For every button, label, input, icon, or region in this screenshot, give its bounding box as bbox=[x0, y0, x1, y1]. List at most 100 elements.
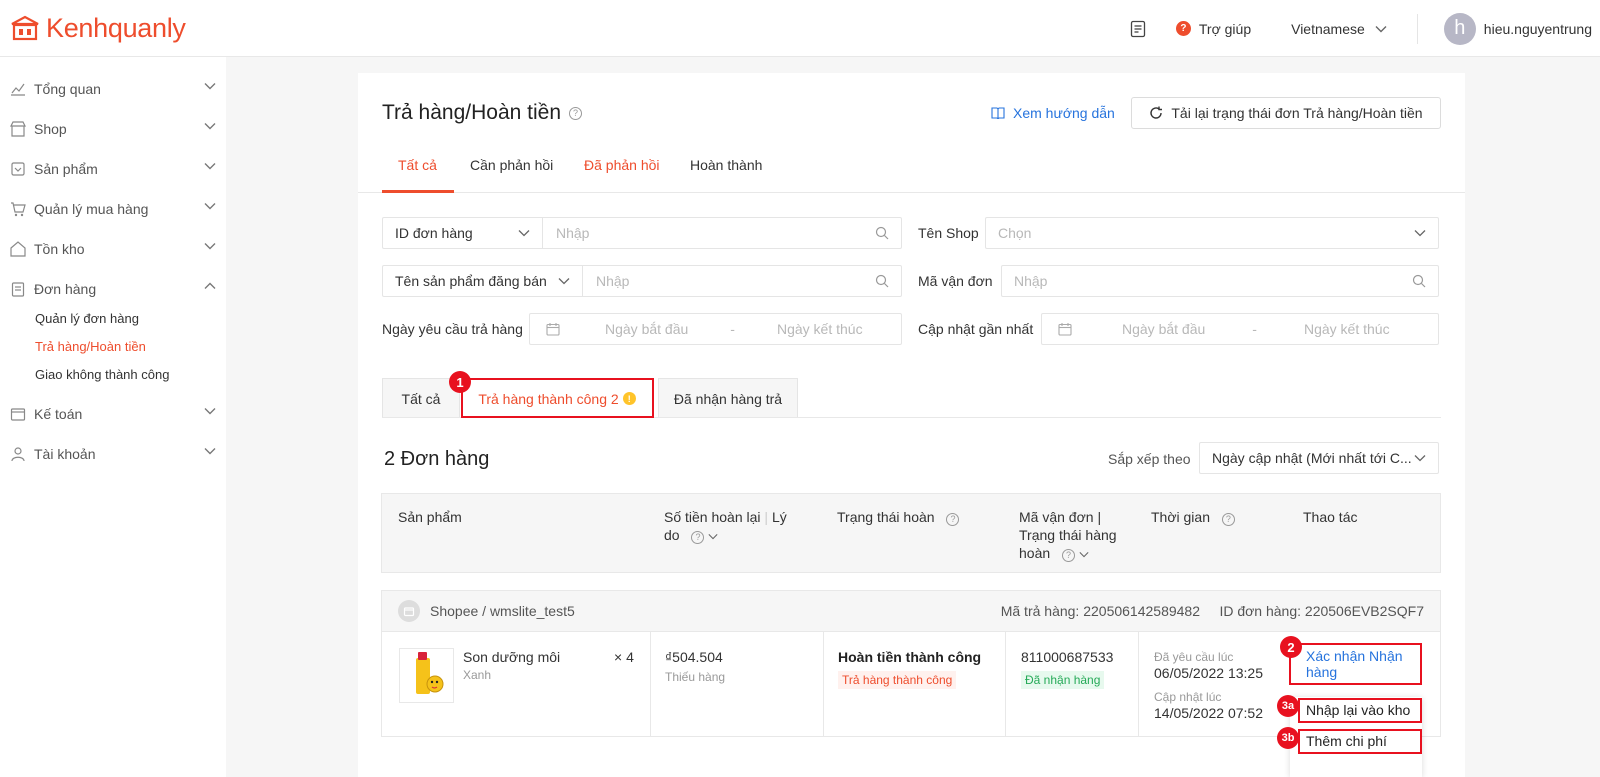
help-icon: ? bbox=[1175, 21, 1191, 36]
sidebar-subitem-order-management[interactable]: Quản lý đơn hàng bbox=[35, 311, 139, 326]
col-time: Thời gian ? bbox=[1151, 508, 1235, 526]
shop-select[interactable]: Chọn bbox=[985, 217, 1439, 249]
refund-reason: Thiếu hàng bbox=[665, 670, 726, 684]
col-time-label: Thời gian bbox=[1151, 509, 1210, 525]
col-status: Trạng thái hoàn ? bbox=[837, 508, 960, 526]
sidebar-item-label: Sản phẩm bbox=[34, 161, 98, 177]
search-icon[interactable] bbox=[1412, 274, 1426, 288]
product-name-input[interactable]: Nhập bbox=[596, 273, 875, 289]
sidebar-item-label: Tổng quan bbox=[34, 81, 101, 97]
help-circle-icon[interactable]: ? bbox=[1221, 512, 1235, 526]
product-icon bbox=[11, 162, 25, 176]
updated-date-range[interactable]: Ngày bắt đầu - Ngày kết thúc bbox=[1041, 313, 1439, 345]
sidebar-subitem-failed-delivery[interactable]: Giao không thành công bbox=[35, 367, 169, 382]
refresh-icon bbox=[1150, 106, 1163, 119]
status-tabs: Tất cả Cần phản hồi Đã phản hồi Hoàn thà… bbox=[358, 145, 1465, 193]
page-title-text: Trả hàng/Hoàn tiền bbox=[382, 101, 562, 124]
refund-status-text: Hoàn tiền thành công bbox=[838, 649, 982, 665]
tracking-input[interactable]: Nhập bbox=[1001, 265, 1439, 297]
product-name-filter: Tên sản phẩm đăng bán Nhập bbox=[382, 265, 902, 297]
search-icon[interactable] bbox=[875, 274, 889, 288]
sidebar-item-label: Đơn hàng bbox=[34, 281, 97, 297]
product-quantity: × 4 bbox=[614, 649, 634, 665]
sidebar-item-label: Quản lý mua hàng bbox=[34, 201, 149, 217]
help-circle-icon[interactable]: ? bbox=[1062, 548, 1076, 562]
col-product: Sản phẩm bbox=[398, 509, 462, 525]
col-reason-label: Lý bbox=[771, 509, 787, 525]
col-return-status-label: Trạng thái hàng bbox=[1019, 527, 1117, 543]
brand-logo[interactable]: Kenhquanly bbox=[10, 13, 186, 44]
chevron-down-icon bbox=[204, 203, 216, 210]
language-select[interactable]: Vietnamese bbox=[1291, 13, 1418, 44]
order-count: 2 Đơn hàng bbox=[384, 448, 490, 470]
book-icon bbox=[991, 107, 1005, 119]
sidebar-item-account[interactable]: Tài khoản bbox=[10, 444, 216, 464]
col-refund-label: Số tiền hoàn lại bbox=[664, 509, 761, 525]
step-badge: 2 bbox=[1280, 636, 1302, 658]
help-link[interactable]: ? Trợ giúp bbox=[1175, 21, 1251, 37]
date-separator: - bbox=[1252, 321, 1257, 337]
search-icon[interactable] bbox=[875, 226, 889, 240]
chevron-up-icon bbox=[204, 282, 216, 289]
order-id-input[interactable]: Nhập bbox=[556, 225, 875, 241]
tracking-label: Mã vận đơn bbox=[918, 273, 993, 289]
sidebar-item-label: Tài khoản bbox=[34, 446, 96, 462]
status-badge: Đã nhận hàng bbox=[1021, 671, 1105, 689]
sidebar-item-inventory[interactable]: Tồn kho bbox=[10, 239, 216, 259]
warehouse-icon bbox=[10, 241, 26, 257]
order-id: ID đơn hàng: 220506EVB2SQF7 bbox=[1219, 603, 1424, 619]
step-badge: 3b bbox=[1277, 727, 1299, 749]
sort-select[interactable]: Ngày cập nhật (Mới nhất tới C... bbox=[1199, 442, 1439, 474]
tab-indicator bbox=[382, 190, 454, 193]
chevron-down-icon bbox=[204, 408, 216, 415]
step-badge: 3a bbox=[1277, 695, 1299, 717]
subtab-received[interactable]: Đã nhận hàng trả bbox=[658, 378, 798, 418]
help-circle-icon[interactable]: ? bbox=[946, 512, 960, 526]
subtab-all-label: Tất cả bbox=[401, 390, 441, 407]
sidebar-item-orders[interactable]: Đơn hàng bbox=[10, 279, 216, 299]
col-tracking: Mã vận đơn | Trạng thái hàng hoàn ? bbox=[1019, 508, 1139, 562]
tab-all[interactable]: Tất cả bbox=[398, 157, 437, 173]
product-name: Son dưỡng môi bbox=[463, 649, 561, 665]
help-circle-icon[interactable]: ? bbox=[569, 106, 583, 120]
chevron-down-icon bbox=[204, 83, 216, 90]
sort-value: Ngày cập nhật (Mới nhất tới C... bbox=[1212, 450, 1412, 466]
sidebar-item-shop[interactable]: Shop bbox=[10, 119, 216, 139]
requested-label: Đã yêu cầu lúc bbox=[1154, 650, 1234, 664]
request-date-range[interactable]: Ngày bắt đầu - Ngày kết thúc bbox=[529, 313, 902, 345]
chevron-down-icon[interactable] bbox=[708, 533, 718, 540]
refund-amount: ₫504.504 bbox=[665, 649, 723, 665]
user-menu[interactable]: h hieu.nguyentrung bbox=[1443, 12, 1592, 45]
sidebar-item-accounting[interactable]: Kế toán bbox=[10, 404, 216, 424]
help-circle-icon[interactable]: ? bbox=[691, 530, 705, 544]
top-header: Kenhquanly ? Trợ giúp Vietnamese h hieu.… bbox=[0, 0, 1600, 57]
end-date: Ngày kết thúc bbox=[1303, 321, 1390, 337]
calendar-icon bbox=[546, 323, 560, 336]
highlight-box bbox=[461, 378, 654, 418]
sidebar-item-products[interactable]: Sản phẩm bbox=[10, 159, 216, 179]
tab-needs-response[interactable]: Cần phản hồi bbox=[470, 157, 553, 173]
reload-status-button[interactable]: Tải lại trạng thái đơn Trả hàng/Hoàn tiề… bbox=[1131, 97, 1441, 129]
order-id-type-select[interactable]: ID đơn hàng bbox=[383, 218, 543, 248]
sidebar-subitem-returns[interactable]: Trả hàng/Hoàn tiền bbox=[35, 339, 146, 354]
notes-icon[interactable] bbox=[1130, 20, 1146, 38]
order-id-filter: ID đơn hàng Nhập bbox=[382, 217, 902, 249]
product-select-label: Tên sản phẩm đăng bán bbox=[395, 273, 547, 289]
tab-responded[interactable]: Đã phản hồi bbox=[584, 157, 660, 173]
sidebar-item-label: Kế toán bbox=[34, 406, 83, 422]
store-icon bbox=[11, 15, 39, 41]
sidebar-item-overview[interactable]: Tổng quan bbox=[10, 79, 216, 99]
chevron-down-icon[interactable] bbox=[1079, 551, 1089, 558]
divider bbox=[1005, 631, 1006, 736]
updated-date-label: Cập nhật gần nhất bbox=[918, 321, 1034, 337]
calendar-icon bbox=[1058, 323, 1072, 336]
tracking-info: 811000687533 Đã nhận hàng bbox=[1021, 649, 1131, 689]
product-thumbnail bbox=[399, 648, 454, 703]
guide-link[interactable]: Xem hướng dẫn bbox=[991, 105, 1115, 121]
updated-label: Cập nhật lúc bbox=[1154, 690, 1222, 704]
sidebar-item-purchasing[interactable]: Quản lý mua hàng bbox=[10, 199, 216, 219]
brand-name: Kenhquanly bbox=[46, 12, 186, 43]
product-type-select[interactable]: Tên sản phẩm đăng bán bbox=[383, 266, 583, 296]
tab-completed[interactable]: Hoàn thành bbox=[690, 157, 762, 173]
chart-icon bbox=[11, 83, 25, 96]
